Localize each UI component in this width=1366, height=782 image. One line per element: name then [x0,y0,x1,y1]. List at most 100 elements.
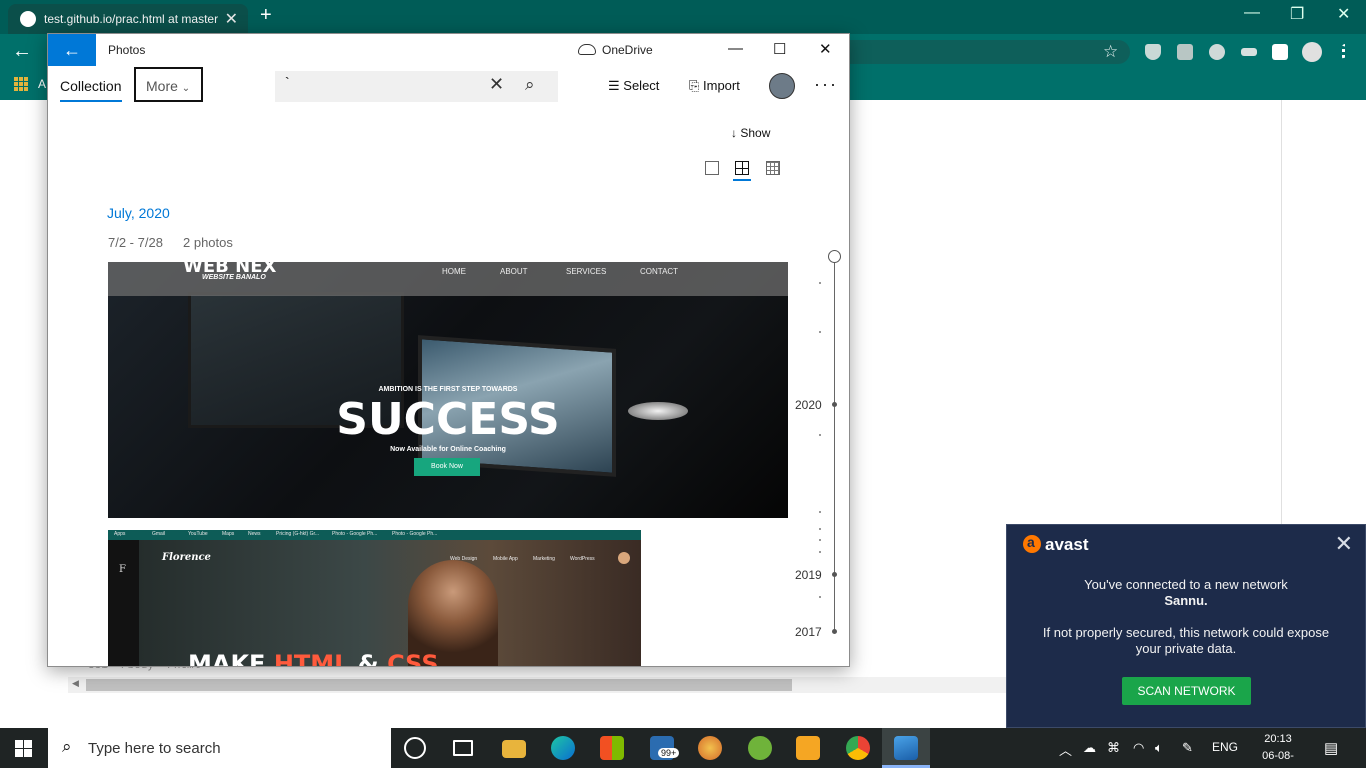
scan-network-button[interactable]: SCAN NETWORK [1122,677,1251,705]
screenshot-bookmark: Apps [114,531,126,537]
close-window-icon[interactable]: ✕ [1337,4,1350,24]
apps-grid-icon[interactable] [14,77,28,91]
close-icon[interactable]: ✕ [819,40,832,58]
more-label: More [146,78,178,94]
pen-icon[interactable]: ✎ [1182,740,1193,756]
new-tab-button[interactable]: + [260,4,272,27]
paint-icon[interactable] [698,736,722,760]
restore-icon[interactable]: ❐ [1290,4,1304,24]
timeline-track[interactable] [834,261,835,633]
chrome-menu-icon[interactable] [1342,44,1349,60]
glasses-extension-icon[interactable] [1241,48,1257,56]
tab-collection[interactable]: Collection [60,78,121,94]
timeline-marker[interactable] [832,402,837,407]
avast-brand: avast [1045,535,1089,554]
headline-part: & [349,650,388,666]
notification-line: your private data. [1135,641,1237,656]
browser-tab[interactable]: test.github.io/prac.html at master ✕ [8,4,248,34]
horizontal-scroll-thumb[interactable] [86,679,792,691]
select-button[interactable]: ☰ Select [608,78,659,94]
maximize-icon[interactable]: ☐ [773,40,786,58]
timeline-tick [819,282,821,284]
site-nav-link: HOME [442,267,466,276]
timeline-tick [819,511,821,513]
browser-back-icon[interactable]: ← [12,40,32,63]
search-icon[interactable]: ⌕ [525,75,535,95]
avast-notification: avast ✕ You've connected to a new networ… [1006,524,1366,728]
search-icon: ⌕ [62,737,72,756]
minimize-icon[interactable]: — [1244,4,1260,22]
show-button[interactable]: ↓ Show [731,126,770,140]
file-explorer-icon[interactable] [502,740,526,758]
sublime-text-icon[interactable] [796,736,820,760]
close-icon[interactable]: ✕ [1335,531,1353,557]
site-tagline: WEBSITE BANALO [202,274,266,281]
screenshot-avatar [618,552,630,564]
onedrive-tray-icon[interactable]: ☁ [1083,740,1096,756]
clear-search-icon[interactable]: ✕ [489,74,504,95]
wifi-icon[interactable]: ◠ [1133,740,1144,756]
system-clock[interactable]: 20:13 06-08-2020 [1252,731,1304,782]
timeline-handle[interactable] [828,250,841,263]
photos-app-icon[interactable] [894,736,918,760]
photo-thumbnail-1[interactable]: WEB NEX WEBSITE BANALO HOME ABOUT SERVIC… [108,262,788,518]
windows-start-icon[interactable] [15,740,32,757]
import-button[interactable]: ⎘ Import [689,78,740,94]
headline-part: MAKE [188,650,274,666]
shield-extension-icon[interactable] [1145,44,1161,60]
timeline-year[interactable]: 2019 [795,568,822,582]
month-heading[interactable]: July, 2020 [107,205,170,221]
account-avatar[interactable] [769,73,795,99]
site-nav-link: CONTACT [640,267,679,276]
scroll-left-icon[interactable]: ◀ [72,678,79,689]
network-tray-icon[interactable]: ⌘ [1107,740,1120,756]
timeline-tick [819,539,821,541]
cloud-extension-icon[interactable] [1209,44,1225,60]
notification-line: If not properly secured, this network co… [1042,625,1330,640]
import-icon: ⎘ [689,78,704,93]
r-extension-icon[interactable] [1177,44,1193,60]
timeline-year[interactable]: 2017 [795,625,822,639]
address-bar[interactable] [848,40,1130,64]
taskbar-search-placeholder: Type here to search [88,740,221,757]
taskbar-search-input[interactable]: ⌕ Type here to search [48,728,391,768]
microsoft-store-icon[interactable] [600,736,624,760]
site-nav-link: ABOUT [500,267,528,276]
edge-browser-icon[interactable] [551,736,575,760]
search-input[interactable]: ` ✕ ⌕ [275,71,558,102]
chrome-icon[interactable] [846,736,870,760]
small-grid-icon[interactable] [766,161,780,175]
volume-mute-icon[interactable]: 🔈︎ [1155,740,1163,756]
import-label: Import [703,78,740,93]
utorrent-icon[interactable] [748,736,772,760]
minimize-icon[interactable]: — [728,40,743,57]
cortana-icon[interactable] [404,737,426,759]
timeline-year[interactable]: 2020 [795,398,822,412]
back-arrow-icon[interactable]: ← [48,34,96,66]
timeline-marker[interactable] [832,572,837,577]
chevron-up-icon[interactable]: ︿ [1059,740,1072,759]
apps-label[interactable]: A [38,77,46,91]
timeline-tick [819,528,821,530]
screenshot-bookmark: News [248,531,261,537]
chevron-down-icon: ⌄ [181,83,191,94]
clock-time: 20:13 [1264,733,1292,745]
mail-badge: 99+ [658,748,680,758]
close-tab-icon[interactable]: ✕ [225,9,238,29]
timeline-tick [819,596,821,598]
timeline-marker[interactable] [832,629,837,634]
task-view-icon[interactable] [453,740,473,756]
onedrive-button[interactable]: OneDrive [578,43,653,57]
window-title: Photos [108,43,146,57]
photo-thumbnail-2[interactable]: Apps Gmail YouTube Maps News Pricing (G-… [108,530,641,666]
more-options-icon[interactable]: ··· [814,74,838,95]
profile-avatar[interactable] [1302,42,1322,62]
more-dropdown[interactable]: More ⌄ [134,67,203,102]
bookmark-star-icon[interactable]: ☆ [1103,42,1118,62]
github-icon [20,11,36,27]
language-indicator[interactable]: ENG [1212,740,1238,754]
medium-grid-icon[interactable] [735,161,749,175]
large-view-icon[interactable] [705,161,719,175]
puzzle-extensions-icon[interactable] [1272,44,1288,60]
action-center-icon[interactable]: ▤ [1324,739,1338,757]
